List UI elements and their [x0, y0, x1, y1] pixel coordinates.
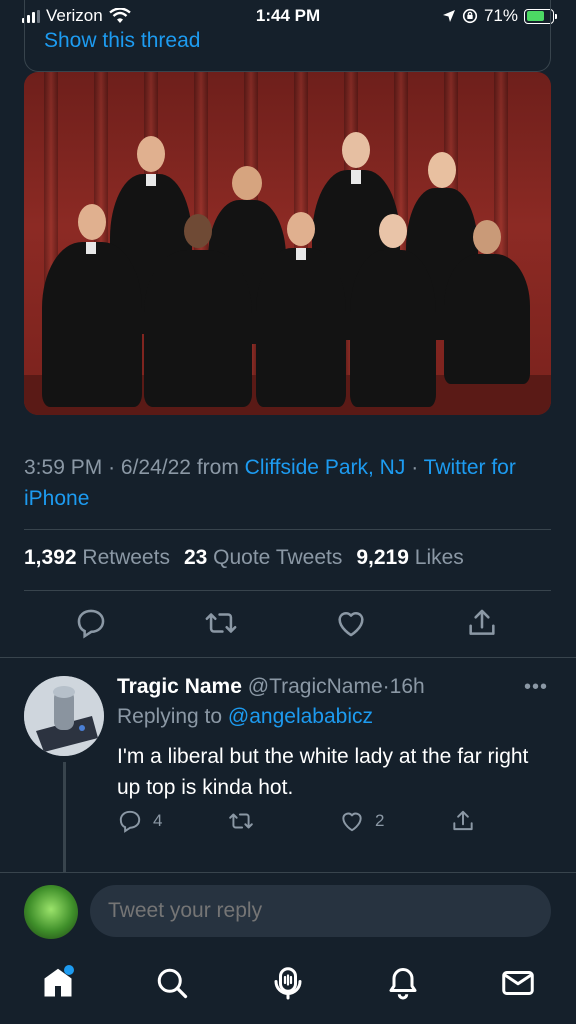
like-button[interactable] — [334, 606, 368, 640]
reply-compose-input[interactable] — [90, 885, 551, 937]
retweet-icon — [229, 813, 253, 829]
tweet-meta: 3:59 PM · 6/24/22 from Cliffside Park, N… — [24, 456, 516, 510]
reply-action-bar: 4 2 — [117, 808, 537, 838]
spaces-icon — [274, 967, 302, 1000]
share-icon — [469, 609, 495, 635]
show-thread-link[interactable]: Show this thread — [44, 29, 200, 53]
divider — [0, 657, 576, 658]
reply-tweet[interactable]: Tragic Name @TragicName·16h Replying to … — [117, 673, 557, 803]
tweet-date: 6/24/22 — [120, 456, 191, 479]
share-icon — [453, 810, 473, 831]
reply-author-handle[interactable]: @TragicName — [248, 675, 383, 698]
bottom-tab-bar — [0, 955, 576, 1024]
heart-icon — [342, 812, 362, 832]
retweet-icon — [205, 613, 237, 633]
reply-icon — [77, 609, 105, 639]
thread-connector — [63, 762, 66, 872]
reply-text: I'm a liberal but the white lady at the … — [117, 745, 529, 799]
tweet-time: 3:59 PM — [24, 456, 103, 479]
share-button[interactable] — [465, 606, 499, 640]
divider — [0, 872, 576, 873]
likes-stat[interactable]: 9,219 Likes — [356, 546, 463, 570]
reply-author-name[interactable]: Tragic Name — [117, 675, 242, 698]
reply-author-avatar[interactable] — [24, 676, 104, 756]
search-icon — [157, 968, 188, 999]
reply-button[interactable] — [74, 606, 108, 640]
heart-icon — [338, 611, 364, 637]
bell-icon — [389, 968, 417, 1000]
reply-count: 4 — [153, 811, 163, 830]
new-content-dot — [64, 965, 74, 975]
reply-reply-button[interactable]: 4 — [117, 808, 162, 834]
tab-messages[interactable] — [500, 965, 536, 1001]
tweet-photo[interactable] — [24, 72, 551, 415]
tweet-stats: 1,392 Retweets 23 Quote Tweets 9,219 Lik… — [24, 546, 464, 570]
reply-like-button[interactable]: 2 — [339, 808, 384, 834]
retweets-stat[interactable]: 1,392 Retweets — [24, 546, 170, 570]
tab-search[interactable] — [154, 965, 190, 1001]
reply-retweet-button[interactable] — [228, 808, 254, 834]
tweet-location-link[interactable]: Cliffside Park, NJ — [245, 456, 406, 479]
reply-age: 16h — [389, 675, 425, 698]
mail-icon — [502, 971, 534, 995]
tab-notifications[interactable] — [385, 965, 421, 1001]
avatar-image — [24, 676, 104, 756]
like-count: 2 — [375, 811, 385, 830]
divider — [24, 590, 551, 591]
reply-icon — [119, 810, 141, 833]
quote-tweets-stat[interactable]: 23 Quote Tweets — [184, 546, 342, 570]
divider — [24, 529, 551, 530]
tab-spaces[interactable] — [270, 965, 306, 1001]
replying-to-handle-link[interactable]: @angelababicz — [228, 705, 373, 728]
reply-share-button[interactable] — [450, 808, 476, 834]
tweet-action-bar — [0, 606, 576, 646]
retweet-button[interactable] — [204, 606, 238, 640]
current-user-avatar[interactable] — [24, 885, 78, 939]
